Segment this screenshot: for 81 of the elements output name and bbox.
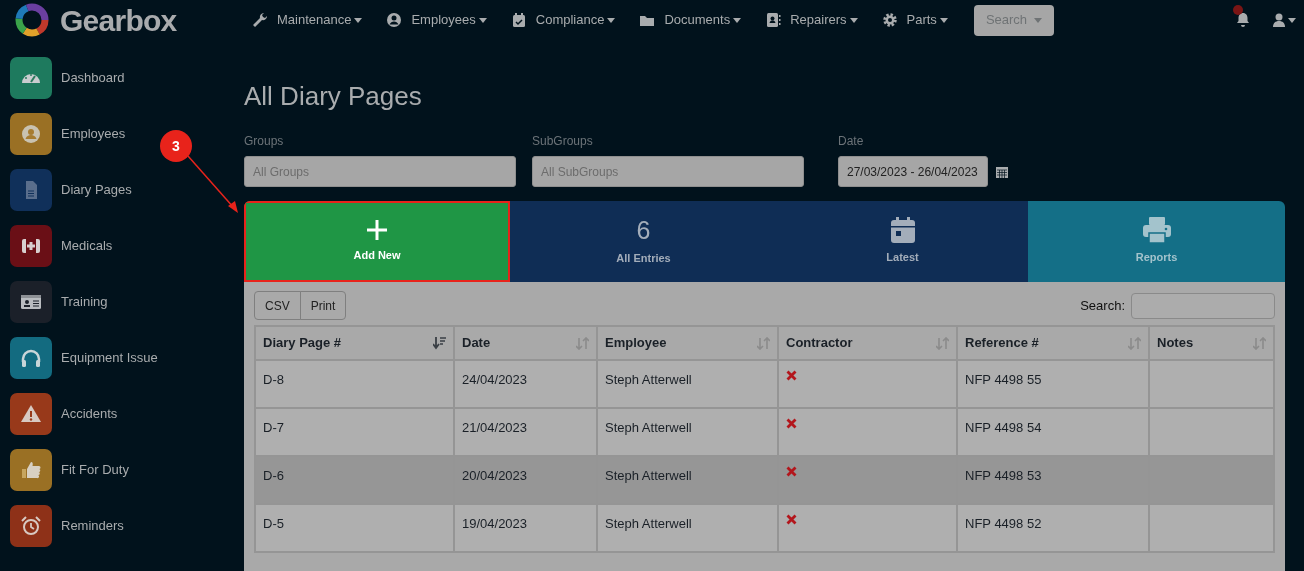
contacts-icon (765, 12, 782, 28)
wrench-icon (252, 12, 268, 28)
filter-field[interactable]: All Groups (244, 156, 516, 187)
field-label: Date (838, 133, 865, 150)
export-button[interactable]: Print (299, 291, 347, 320)
table-cell: NFP 4498 53 (965, 468, 1042, 483)
caret-icon (733, 18, 742, 24)
table-cell: 19/04/2023 (462, 516, 528, 531)
table-cell: Steph Atterwell (605, 420, 692, 435)
tile-button[interactable]: 6 All Entries (510, 201, 777, 282)
caret-icon (849, 18, 858, 24)
table-cell: Steph Atterwell (605, 516, 692, 531)
brand-name: Gearbox (60, 2, 177, 39)
calendar-icon (890, 217, 915, 244)
search-label: Search: (1080, 296, 1125, 315)
date-range-field[interactable]: 27/03/2023 - 26/04/2023 (838, 156, 988, 187)
notifications-button[interactable] (1233, 5, 1251, 29)
sidebar-item[interactable]: Accidents (10, 393, 118, 435)
entry-count: 6 (636, 216, 651, 245)
table-cell: D-6 (263, 468, 284, 483)
sidebar-item[interactable]: Fit For Duty (10, 449, 129, 491)
caret-icon (607, 18, 616, 24)
table-cell: D-7 (263, 420, 284, 435)
column-header[interactable]: Date (454, 326, 597, 360)
sidebar-item[interactable]: Diary Pages (10, 169, 132, 211)
column-header[interactable]: Diary Page # (255, 326, 454, 360)
table-cell: 24/04/2023 (462, 372, 528, 387)
page-title: All Diary Pages (244, 80, 423, 111)
table-row[interactable]: D-8 24/04/2023 Steph Atterwell NFP 4498 55 (255, 360, 1274, 408)
sidebar-item[interactable]: Training (10, 281, 108, 323)
caret-icon (1034, 17, 1043, 23)
table-row[interactable]: D-5 19/04/2023 Steph Atterwell NFP 4498 52 (255, 504, 1274, 552)
table-cell: NFP 4498 54 (965, 420, 1042, 435)
filter-field[interactable]: All SubGroups (532, 156, 804, 187)
user-icon (386, 12, 403, 28)
table-cell: Steph Atterwell (605, 468, 692, 483)
search-field[interactable] (1131, 292, 1275, 319)
pointer-arrow (186, 154, 240, 214)
nav-menu[interactable]: Repairers (765, 10, 858, 30)
column-header[interactable]: Reference # (957, 326, 1149, 360)
nav-menu[interactable]: Compliance (510, 10, 616, 30)
tile-button[interactable]: Add New (244, 201, 510, 282)
alarm-clock-icon (19, 514, 43, 538)
user-menu[interactable] (1273, 13, 1296, 27)
table-cell: 20/04/2023 (462, 468, 528, 483)
sidebar-item[interactable]: Dashboard (10, 57, 125, 99)
table-cell: D-8 (263, 372, 284, 387)
table-cell: NFP 4498 52 (965, 516, 1042, 531)
table-cell: Steph Atterwell (605, 372, 692, 387)
caret-icon (939, 18, 948, 24)
step-badge: 3 (160, 130, 192, 162)
table-cell: D-5 (263, 516, 284, 531)
field-label: SubGroups (532, 133, 594, 150)
caret-icon (354, 18, 363, 24)
gear-icon (881, 12, 898, 28)
column-header[interactable]: Notes (1149, 326, 1274, 360)
tile-button[interactable]: Latest (777, 201, 1028, 282)
field-label: Groups (244, 133, 285, 150)
table-row[interactable]: D-7 21/04/2023 Steph Atterwell NFP 4498 54 (255, 408, 1274, 456)
nav-menu[interactable]: Parts (881, 10, 948, 30)
caret-icon (1288, 17, 1296, 23)
sidebar-item[interactable]: Reminders (10, 505, 124, 547)
logo-icon (14, 2, 50, 38)
printer-icon (1142, 217, 1171, 244)
plus-icon (366, 219, 388, 242)
calendar-icon[interactable] (996, 165, 1008, 178)
sidebar-item[interactable]: Medicals (10, 225, 113, 267)
sidebar-item[interactable]: Employees (10, 113, 126, 155)
sidebar-item[interactable]: Equipment Issue (10, 337, 158, 379)
column-header[interactable]: Employee (597, 326, 778, 360)
table-cell: NFP 4498 55 (965, 372, 1042, 387)
table-row[interactable]: D-6 20/04/2023 Steph Atterwell NFP 4498 53 (255, 456, 1274, 504)
table-cell: 21/04/2023 (462, 420, 528, 435)
nav-menu[interactable]: Documents (639, 10, 742, 30)
column-header[interactable]: Contractor (778, 326, 957, 360)
nav-menu[interactable]: Maintenance (252, 10, 363, 30)
export-button[interactable]: CSV (254, 291, 301, 320)
nav-menu[interactable]: Employees (386, 10, 487, 30)
user-icon (19, 122, 43, 146)
caret-icon (478, 18, 487, 24)
calendar-icon (510, 12, 527, 28)
